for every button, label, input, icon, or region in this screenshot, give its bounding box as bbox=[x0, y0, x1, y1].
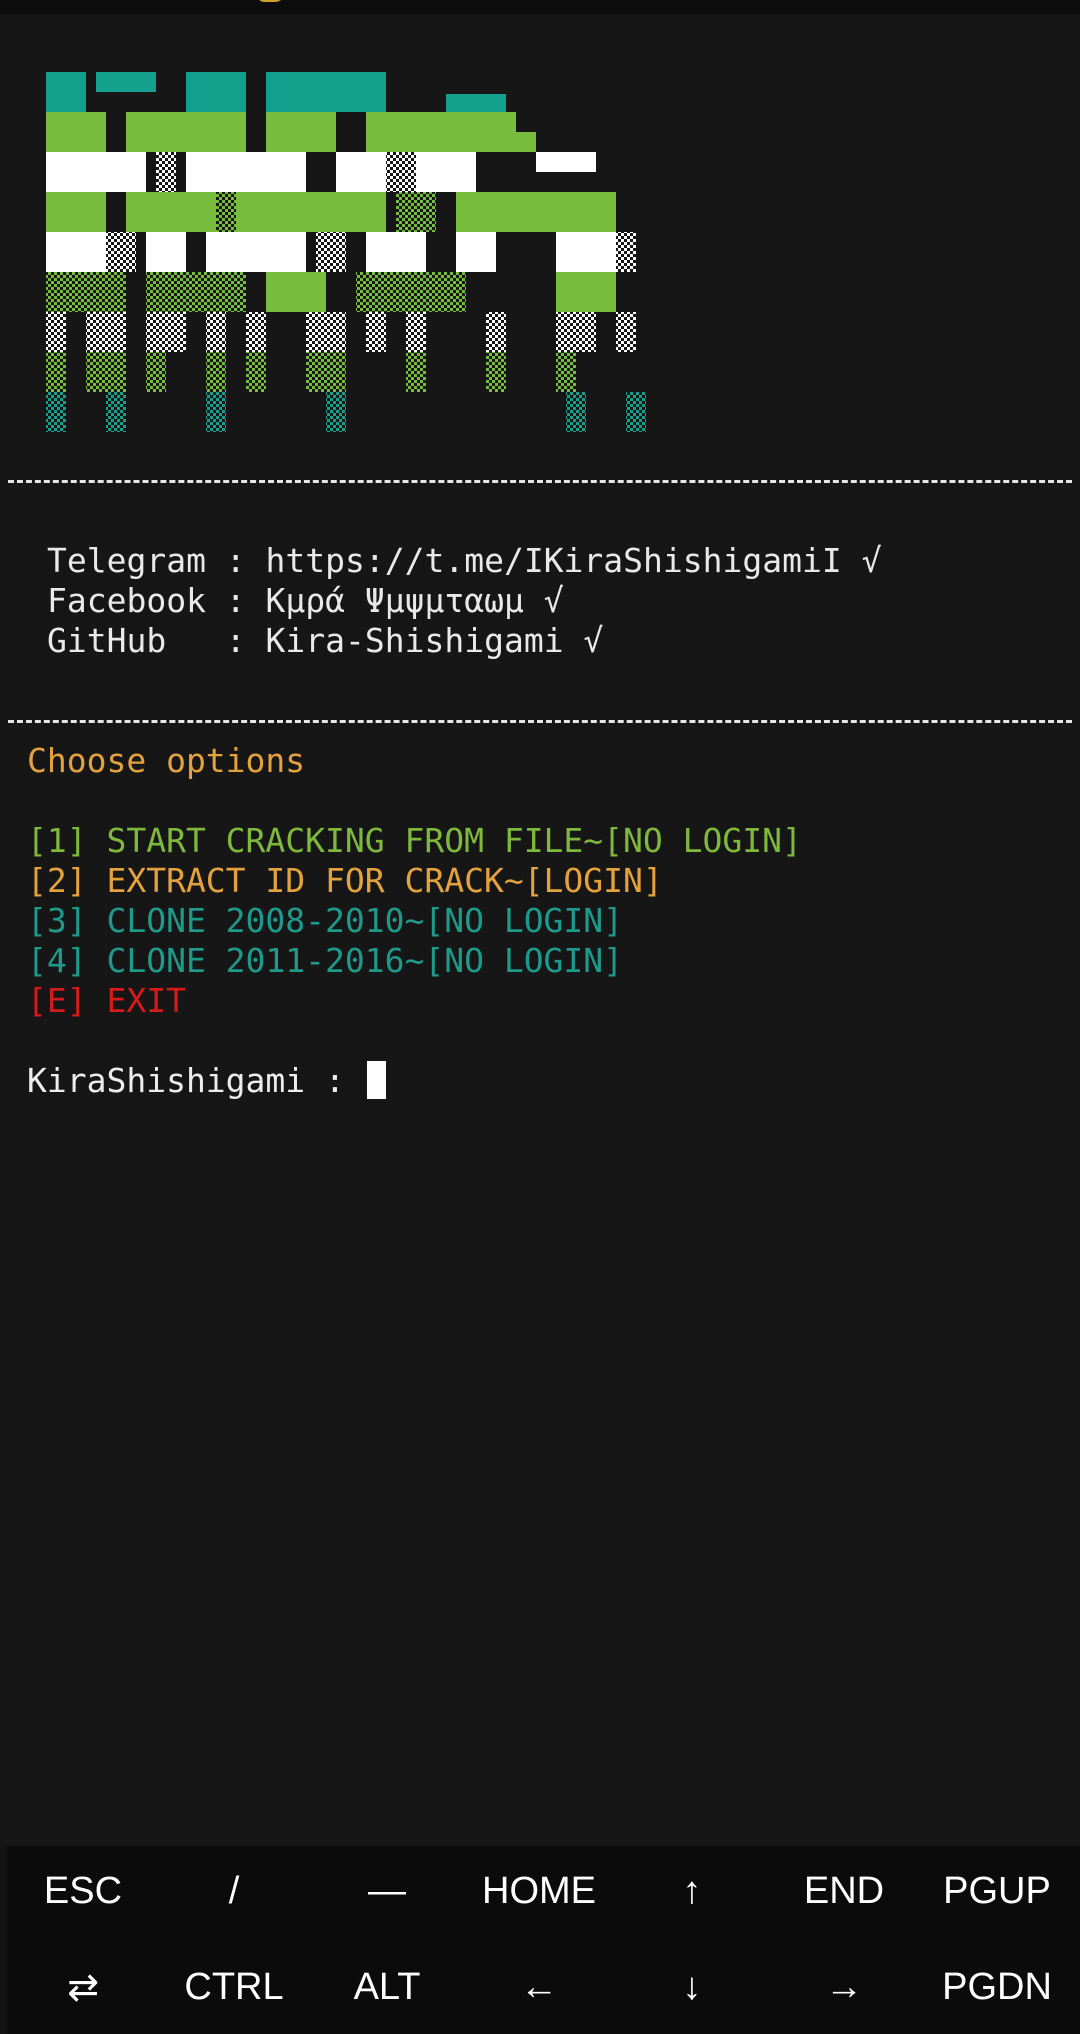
extra-keys-bar: ESC / — HOME ↑ END PGUP ⇄ CTRL ALT ← ↓ →… bbox=[7, 1846, 1080, 2034]
command-prompt[interactable]: KiraShishigami : bbox=[27, 1061, 386, 1101]
end-key[interactable]: END bbox=[769, 1846, 919, 1936]
arrow-left-key[interactable]: ← bbox=[464, 1942, 614, 2032]
divider-bottom bbox=[8, 720, 1072, 723]
ctrl-key[interactable]: CTRL bbox=[159, 1942, 309, 2032]
arrow-right-key[interactable]: → bbox=[769, 1942, 919, 2032]
option-4: [4] CLONE 2011-2016~[NO LOGIN] bbox=[27, 941, 624, 980]
option-1: [1] START CRACKING FROM FILE~[NO LOGIN] bbox=[27, 821, 802, 860]
slash-key[interactable]: / bbox=[159, 1846, 309, 1936]
ascii-art-banner bbox=[36, 62, 656, 442]
status-indicator bbox=[255, 0, 285, 2]
esc-key[interactable]: ESC bbox=[8, 1846, 158, 1936]
telegram-line: Telegram : https://t.me/IKiraShishigamiI… bbox=[47, 541, 882, 580]
choose-options-label: Choose options bbox=[27, 741, 306, 780]
dash-key[interactable]: — bbox=[312, 1846, 462, 1936]
status-bar bbox=[0, 0, 1080, 14]
arrow-down-key[interactable]: ↓ bbox=[617, 1942, 767, 2032]
divider-top bbox=[8, 480, 1072, 483]
home-key[interactable]: HOME bbox=[464, 1846, 614, 1936]
pgup-key[interactable]: PGUP bbox=[922, 1846, 1072, 1936]
alt-key[interactable]: ALT bbox=[312, 1942, 462, 2032]
option-3: [3] CLONE 2008-2010~[NO LOGIN] bbox=[27, 901, 624, 940]
facebook-line: Facebook : Κμρά Ψμψμταωμ √ bbox=[47, 581, 564, 620]
prompt-label: KiraShishigami : bbox=[27, 1061, 365, 1100]
option-2: [2] EXTRACT ID FOR CRACK~[LOGIN] bbox=[27, 861, 663, 900]
terminal-screen[interactable]: Telegram : https://t.me/IKiraShishigamiI… bbox=[0, 14, 1080, 1846]
github-line: GitHub : Kira-Shishigami √ bbox=[47, 621, 604, 660]
pgdn-key[interactable]: PGDN bbox=[922, 1942, 1072, 2032]
option-exit: [E] EXIT bbox=[27, 981, 186, 1020]
arrow-up-key[interactable]: ↑ bbox=[617, 1846, 767, 1936]
tab-swap-icon[interactable]: ⇄ bbox=[8, 1942, 158, 2032]
text-cursor bbox=[366, 1061, 386, 1099]
